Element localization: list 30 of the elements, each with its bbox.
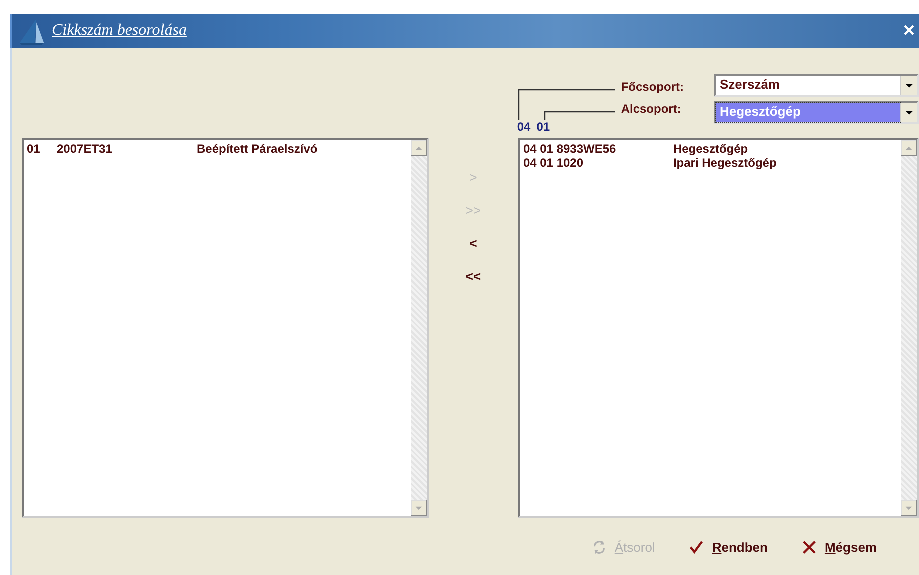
check-icon — [689, 540, 704, 554]
dropdown-arrow-icon — [904, 110, 914, 116]
list-cell[interactable]: 04 01 8933WE56 — [523, 142, 674, 156]
list-cell[interactable]: Beépített Páraelszívó — [197, 142, 318, 156]
scrollbar[interactable] — [410, 140, 427, 516]
move-button[interactable]: < — [466, 234, 482, 253]
cancel-button[interactable]: Mégsem — [800, 538, 879, 556]
group-code: 01 — [536, 120, 550, 134]
scroll-up-icon — [905, 146, 913, 150]
group-label: Alcsoport: — [621, 102, 682, 116]
sail-logo-icon — [18, 17, 46, 45]
list-cell[interactable]: 2007ET31 — [57, 142, 197, 156]
group-dropdown[interactable]: Szerszám — [714, 74, 919, 97]
list-cell[interactable]: Ipari Hegesztőgép — [673, 156, 777, 170]
group-label: Főcsoport: — [621, 80, 684, 94]
close-icon — [802, 540, 817, 554]
window-title: Cikkszám besorolása — [52, 22, 187, 40]
ok-button[interactable]: Rendben — [687, 538, 770, 556]
scrollbar[interactable] — [901, 140, 917, 516]
dropdown-arrow-icon — [904, 82, 914, 88]
list-cell[interactable]: Hegesztőgép — [673, 142, 748, 156]
scroll-up-icon — [414, 146, 423, 150]
close-button[interactable]: × — [899, 20, 919, 42]
list-cell[interactable]: 01 — [27, 142, 57, 156]
group-code: 04 — [517, 120, 531, 134]
scroll-down-icon — [414, 506, 423, 510]
refresh-icon — [592, 540, 607, 554]
move-button[interactable]: << — [462, 267, 486, 286]
list-cell[interactable]: 04 01 1020 — [523, 156, 674, 170]
scroll-down-icon — [905, 506, 913, 510]
